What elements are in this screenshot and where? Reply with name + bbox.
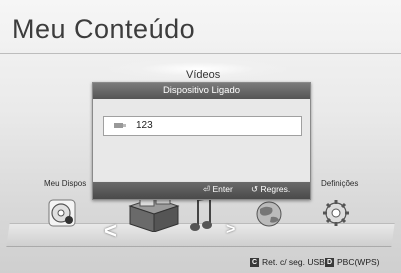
legend-d-label: PBC(WPS) xyxy=(337,256,380,267)
screen: Meu Conteúdo Vídeos Meu Dispos Definiçõe… xyxy=(0,0,401,273)
title-separator xyxy=(0,53,401,54)
category-meu-dispositivo-label: Meu Dispos xyxy=(44,179,87,188)
dialog-title: Dispositivo Ligado xyxy=(93,83,310,99)
device-list-item[interactable]: 123 xyxy=(103,116,302,136)
return-button[interactable]: ↺ Regres. xyxy=(251,184,290,195)
page-title: Meu Conteúdo xyxy=(12,14,196,44)
category-videos-label: Vídeos xyxy=(186,69,221,81)
globe-icon[interactable] xyxy=(252,199,286,229)
arrow-right-icon[interactable]: > xyxy=(226,221,235,239)
usb-drive-icon xyxy=(114,123,126,128)
key-c-icon: C xyxy=(250,258,259,267)
legend-usb-safe-remove[interactable]: C Ret. c/ seg. USB xyxy=(250,257,325,267)
music-note-icon[interactable] xyxy=(188,196,214,236)
dialog-body: 123 xyxy=(93,99,310,181)
category-definicoes-label: Definições xyxy=(321,179,359,188)
dialog-footer: ⏎ Enter ↺ Regres. xyxy=(93,182,310,199)
gear-icon[interactable] xyxy=(321,198,351,228)
key-d-icon: D xyxy=(325,258,334,267)
legend-c-label: Ret. c/ seg. USB xyxy=(262,256,325,267)
enter-label: Enter xyxy=(212,184,233,194)
device-name: 123 xyxy=(136,120,153,131)
arrow-left-icon[interactable]: < xyxy=(104,218,117,244)
device-connected-dialog: Dispositivo Ligado 123 ⏎ Enter ↺ Regres. xyxy=(92,82,311,200)
return-label: Regres. xyxy=(260,184,291,194)
legend-pbc-wps[interactable]: D PBC(WPS) xyxy=(325,257,380,267)
enter-button[interactable]: ⏎ Enter xyxy=(203,184,233,195)
disc-icon[interactable] xyxy=(48,199,76,227)
